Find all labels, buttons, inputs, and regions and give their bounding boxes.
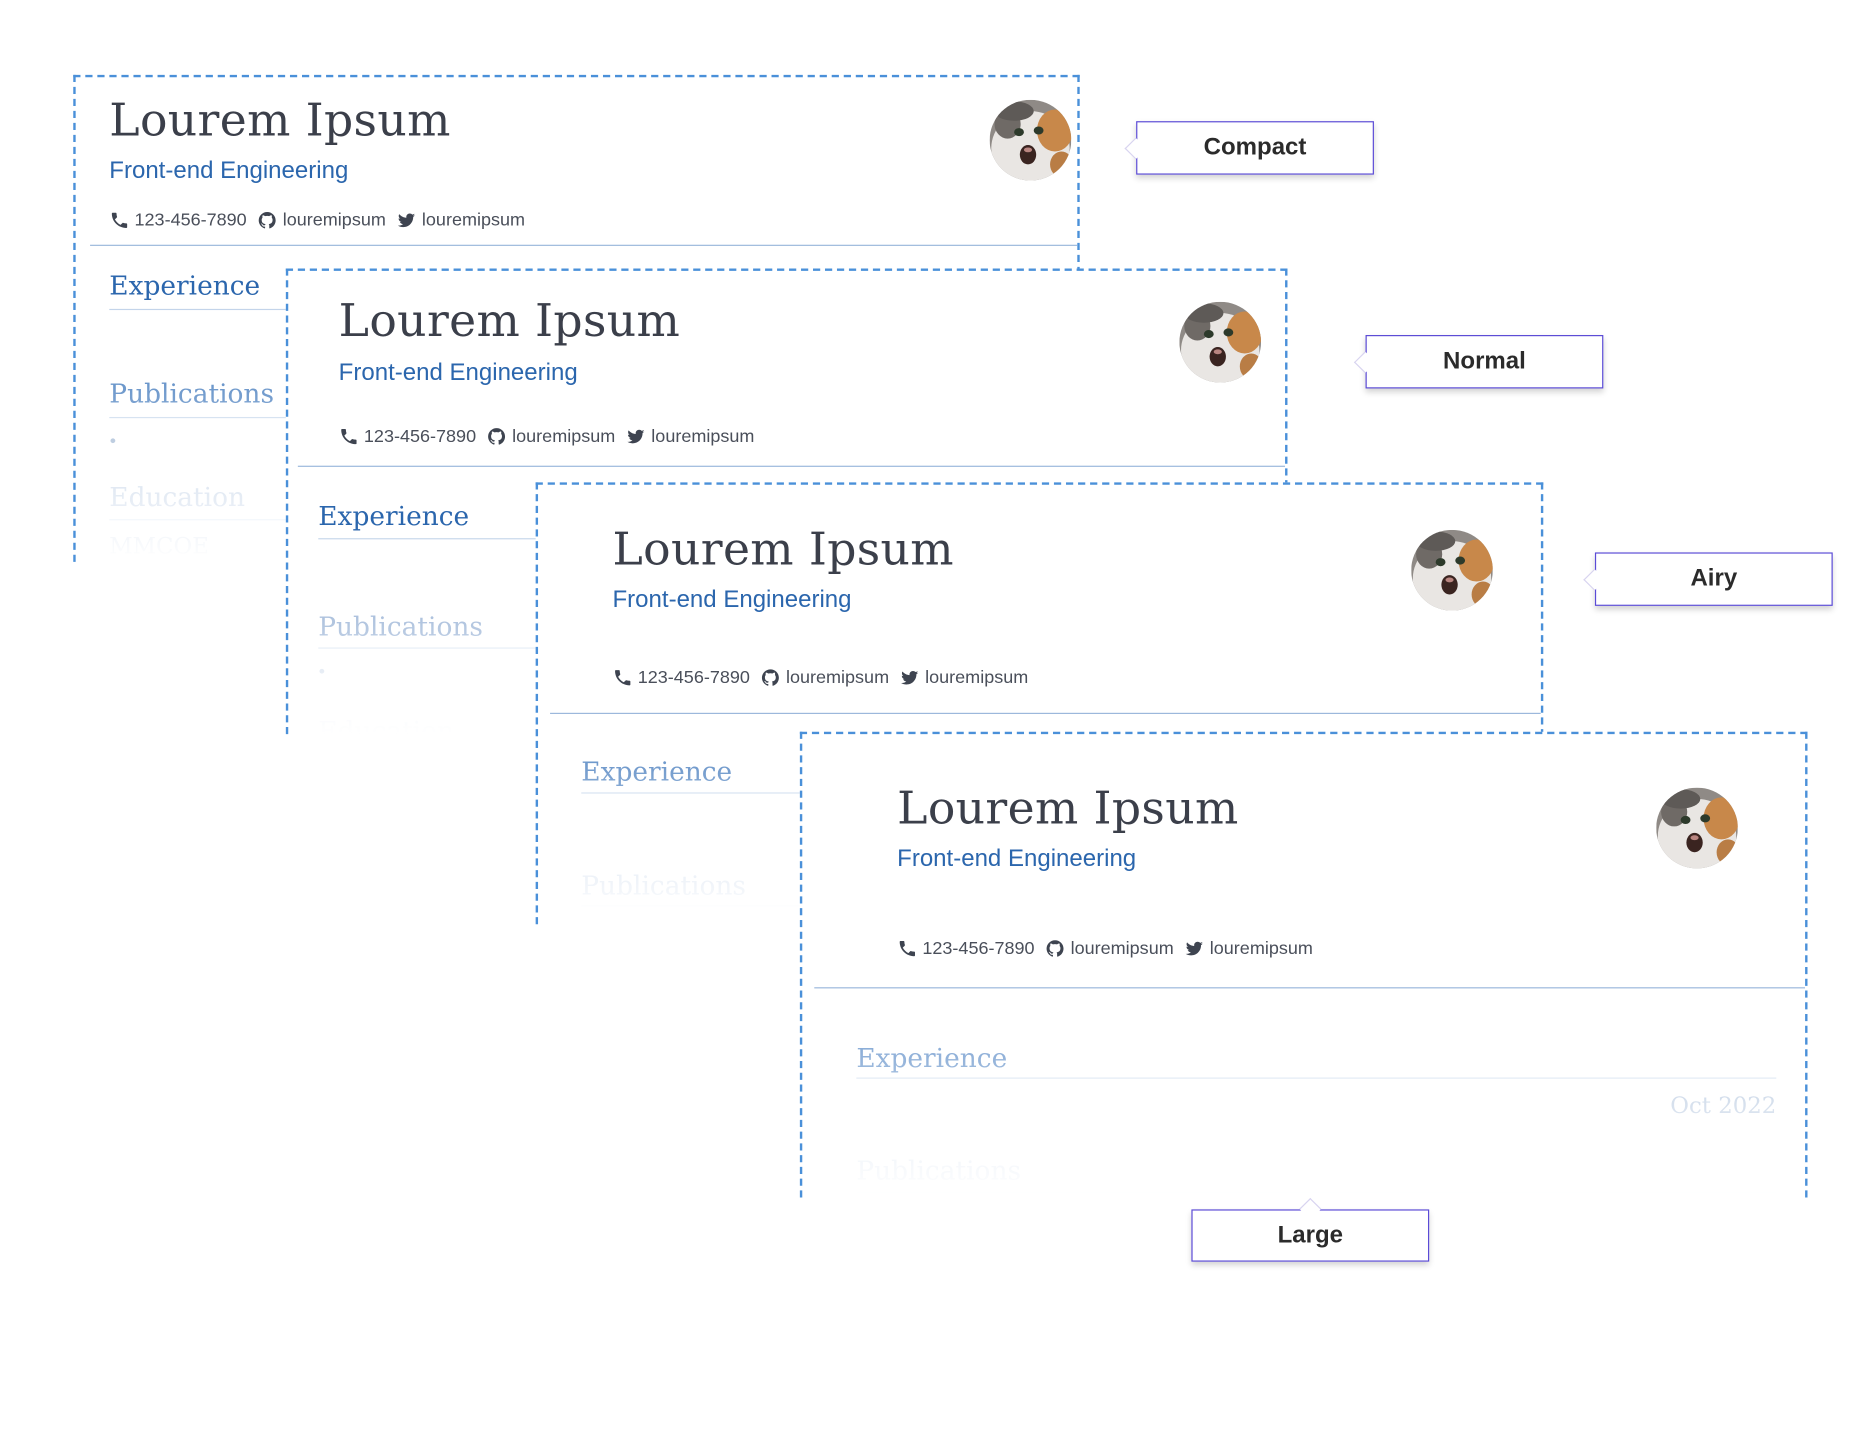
- github-icon: [258, 210, 278, 230]
- contact-github[interactable]: louremipsum: [761, 668, 889, 688]
- phone-icon: [109, 210, 129, 230]
- section-divider: [581, 792, 810, 794]
- section-divider: [318, 538, 547, 540]
- section-title-experience: Experience: [856, 1044, 1008, 1074]
- section-title-experience: Experience: [318, 502, 470, 533]
- github-text: louremipsum: [282, 210, 386, 231]
- section-title-publications: Publications: [856, 1157, 1022, 1187]
- label-normal-text: Normal: [1443, 348, 1526, 375]
- avatar: [990, 100, 1072, 181]
- callout-pointer: [1583, 568, 1606, 591]
- contact-row: 123-456-7890 louremipsum louremipsum: [339, 426, 766, 447]
- section-divider: [856, 1077, 1777, 1079]
- label-large[interactable]: Large: [1191, 1197, 1430, 1262]
- contact-twitter[interactable]: louremipsum: [397, 210, 525, 230]
- github-icon: [487, 426, 507, 446]
- twitter-text: louremipsum: [1209, 938, 1313, 959]
- resume-name: Lourem Ipsum: [612, 522, 954, 575]
- avatar: [1179, 302, 1261, 383]
- section-title-experience: Experience: [581, 757, 733, 788]
- list-bullet: [110, 438, 116, 444]
- avatar: [1656, 788, 1738, 869]
- github-icon: [1045, 939, 1065, 959]
- label-airy-text: Airy: [1690, 565, 1738, 592]
- github-text: louremipsum: [1070, 938, 1174, 959]
- resume-name: Lourem Ipsum: [338, 294, 681, 347]
- twitter-icon: [397, 210, 417, 230]
- label-compact-text: Compact: [1203, 134, 1307, 161]
- avatar: [1411, 530, 1493, 611]
- section-divider: [109, 308, 302, 311]
- label-normal[interactable]: Normal: [1353, 335, 1604, 389]
- section-divider: [856, 1191, 1777, 1193]
- twitter-text: louremipsum: [421, 210, 526, 231]
- resume-role: Front-end Engineering: [338, 359, 578, 387]
- header-divider: [550, 712, 1541, 715]
- twitter-icon: [1185, 939, 1205, 959]
- github-text: louremipsum: [785, 667, 890, 688]
- callout-pointer: [1299, 1197, 1322, 1220]
- contact-twitter[interactable]: louremipsum: [626, 426, 755, 447]
- callout-pointer: [1353, 350, 1376, 373]
- header-divider: [297, 465, 1286, 468]
- phone-text: 123-456-7890: [134, 210, 247, 231]
- section-title-publications: Publications: [109, 380, 275, 410]
- resume-role: Front-end Engineering: [897, 845, 1137, 872]
- resume-role: Front-end Engineering: [612, 586, 852, 614]
- section-title-publications: Publications: [581, 871, 747, 902]
- twitter-icon: [626, 426, 646, 446]
- phone-text: 123-456-7890: [922, 938, 1035, 959]
- contact-twitter[interactable]: louremipsum: [1185, 939, 1313, 959]
- label-large-text: Large: [1277, 1221, 1343, 1248]
- phone-icon: [613, 668, 633, 688]
- contact-phone[interactable]: 123-456-7890: [339, 426, 477, 447]
- list-bullet: [319, 668, 325, 674]
- contact-github[interactable]: louremipsum: [258, 210, 386, 230]
- section-title-education: Education: [109, 483, 246, 514]
- header-divider: [90, 244, 1078, 247]
- contact-github[interactable]: louremipsum: [1045, 938, 1174, 959]
- resume-preview-large[interactable]: Lourem Ipsum Front-end Engineering 123-4…: [799, 731, 1808, 1198]
- contact-phone[interactable]: 123-456-7890: [109, 210, 247, 231]
- header-divider: [814, 987, 1806, 989]
- phone-icon: [897, 939, 917, 959]
- twitter-text: louremipsum: [925, 667, 1029, 688]
- contact-row: 123-456-7890 louremipsum louremipsum: [613, 668, 1040, 688]
- twitter-text: louremipsum: [651, 426, 755, 447]
- section-divider: [109, 519, 302, 521]
- callout-pointer: [1124, 136, 1147, 159]
- section-divider: [581, 905, 810, 907]
- contact-twitter[interactable]: louremipsum: [900, 668, 1028, 688]
- section-divider: [318, 647, 547, 649]
- school-name: MMCOE: [109, 533, 209, 560]
- experience-date: Oct 2022: [1670, 1092, 1777, 1120]
- section-title-publications: Publications: [318, 613, 483, 643]
- phone-text: 123-456-7890: [363, 426, 477, 447]
- resume-role: Front-end Engineering: [109, 158, 349, 185]
- label-airy[interactable]: Airy: [1583, 552, 1833, 606]
- github-icon: [761, 668, 781, 688]
- github-text: louremipsum: [512, 426, 616, 447]
- section-title-education: Education: [318, 717, 455, 735]
- label-compact[interactable]: Compact: [1124, 121, 1374, 175]
- section-divider: [109, 416, 302, 419]
- resume-name: Lourem Ipsum: [109, 93, 451, 147]
- resume-name: Lourem Ipsum: [897, 781, 1239, 834]
- twitter-icon: [900, 668, 920, 688]
- section-title-experience: Experience: [109, 272, 261, 302]
- contact-row: 123-456-7890 louremipsum louremipsum: [109, 210, 536, 230]
- contact-github[interactable]: louremipsum: [487, 426, 616, 447]
- contact-phone[interactable]: 123-456-7890: [613, 668, 750, 688]
- phone-text: 123-456-7890: [637, 667, 750, 688]
- contact-phone[interactable]: 123-456-7890: [897, 938, 1035, 959]
- contact-row: 123-456-7890 louremipsum louremipsum: [897, 939, 1324, 959]
- phone-icon: [339, 426, 359, 446]
